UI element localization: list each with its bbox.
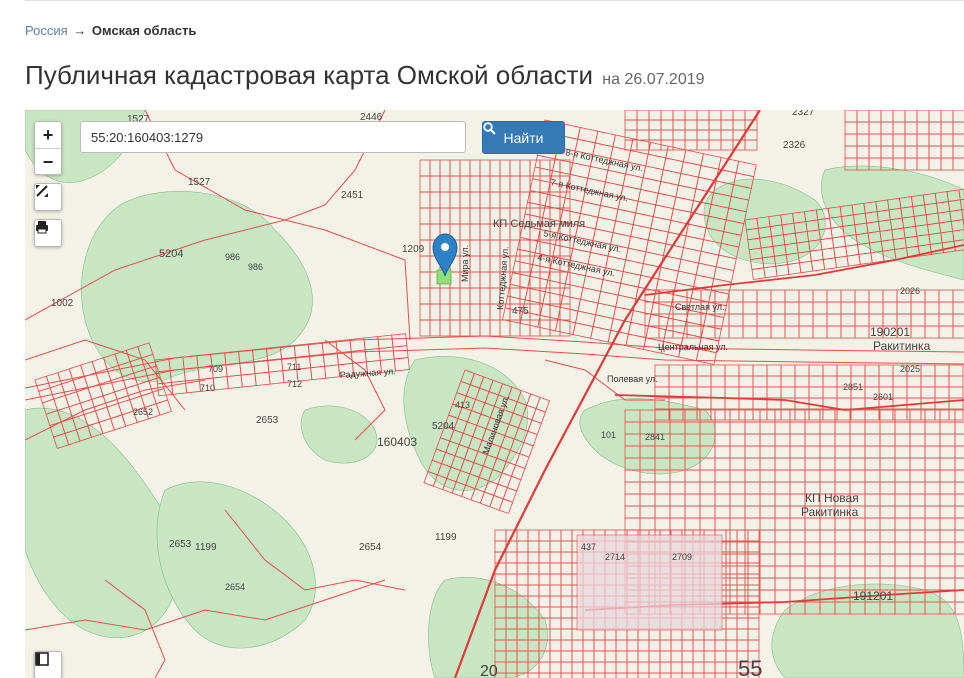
page-title-text: Публичная кадастровая карта Омской облас… [25,60,594,90]
street-label: 4-я Коттеджная ул. [537,252,616,278]
top-divider [25,0,964,1]
map-label: 2025 [900,364,920,374]
street-label: 7-я Коттеджная ул. [550,177,629,203]
map-label: 437 [581,542,596,552]
map-label: 1527 [188,177,211,188]
map-label: 5204 [432,421,455,432]
map-label: 2451 [341,190,364,201]
map-label: 2714 [605,552,625,562]
map-label: 2026 [900,286,920,296]
street-label: Светлая ул. [675,302,725,312]
map-label: 1199 [435,532,457,543]
map-label: 190201 [870,325,910,339]
map-label: 712 [287,379,302,389]
map-label: Ракитинка [801,505,859,519]
breadcrumb-arrow: → [73,23,87,38]
map-label: 2709 [672,552,692,562]
map-label: 711 [287,362,301,372]
page-title-date: на 26.07.2019 [602,71,705,88]
zoom-control: + − [34,121,62,175]
map-label: 1199 [195,542,217,553]
map-label: 2326 [783,140,806,151]
map-label: 986 [225,252,240,262]
map-label: 2851 [843,382,863,392]
map-label: Ракитинка [873,339,931,353]
street-label: Полевая ул. [607,374,658,384]
map-label: КП Седьмая миля [493,218,585,230]
map-label: 1209 [402,244,425,255]
page-title: Публичная кадастровая карта Омской облас… [25,60,705,91]
map-label: 986 [248,262,263,272]
zoom-out-button[interactable]: − [35,149,61,175]
search-button-label: Найти [503,129,544,146]
street-label: Коттеджная ул. [495,246,511,310]
map-label: 20 [480,663,498,678]
cadastral-map[interactable]: 1527 2446 2327 2451 1527 2326 5204 986 986 1209 КП… [25,110,964,678]
fullscreen-button[interactable] [34,183,62,211]
map-canvas[interactable]: 1527 2446 23272451152723265204 9869861209КП… [25,110,964,678]
expand-icon [36,185,48,197]
cadastral-search-input[interactable] [80,121,466,153]
map-label: 710 [200,383,215,393]
layers-button[interactable] [34,651,62,678]
map-label: 101 [601,430,616,440]
printer-icon [36,221,48,234]
search-button[interactable]: Найти [482,121,565,154]
map-label: 160403 [377,435,417,449]
map-label: 2841 [645,432,665,442]
map-label: 2653 [169,539,192,550]
map-label: 5204 [159,248,183,260]
search-icon [483,122,496,135]
map-label: 191201 [853,589,893,603]
breadcrumb-link-russia[interactable]: Россия [25,23,68,38]
print-button[interactable] [34,219,62,247]
map-label: 709 [208,364,223,374]
map-label: 2652 [133,407,153,417]
map-label: 2327 [792,110,815,118]
layers-icon [35,652,49,666]
map-label: 2654 [359,542,382,553]
map-label: 475 [512,306,529,317]
breadcrumb: Россия → Омская область [25,23,196,38]
map-label: 2601 [873,392,893,402]
map-label: 55 [738,656,762,678]
map-label: КП Новая [805,491,859,505]
map-label: 2654 [225,582,245,592]
map-label: 2653 [256,415,279,426]
map-label: 1002 [51,298,74,309]
breadcrumb-current: Омская область [91,23,197,38]
street-label: Центральная ул. [658,342,728,352]
street-label: Радужная ул. [339,366,396,380]
highlight-area [576,534,723,631]
street-label: Мира ул. [460,245,470,282]
map-label: 413 [455,400,470,410]
zoom-in-button[interactable]: + [35,122,61,149]
